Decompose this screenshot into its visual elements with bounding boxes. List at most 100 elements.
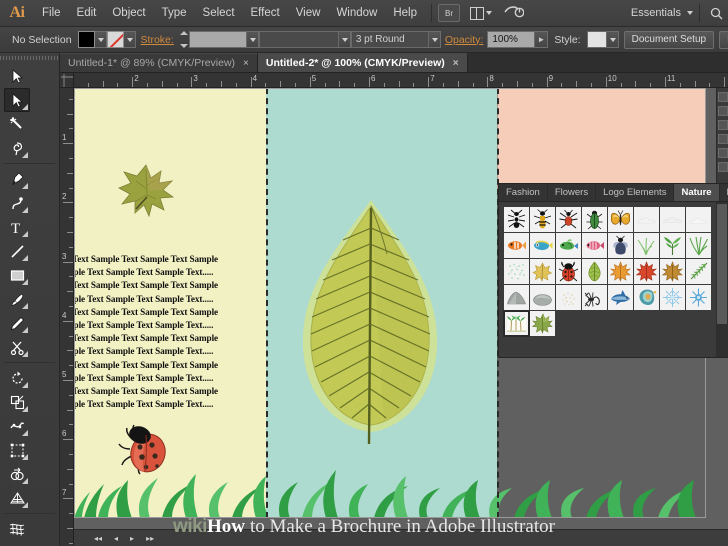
dock-icon-1[interactable]: [718, 92, 728, 102]
opacity-control[interactable]: 100% ►: [487, 31, 548, 48]
perspective-grid-tool[interactable]: [4, 486, 30, 510]
menu-edit[interactable]: Edit: [69, 0, 105, 27]
shape-builder-tool[interactable]: [4, 462, 30, 486]
wasp-symbol[interactable]: [530, 207, 555, 232]
tab-nature[interactable]: Nature: [674, 184, 719, 201]
scrollbar-thumb[interactable]: [717, 204, 727, 324]
menu-file[interactable]: File: [34, 0, 69, 27]
rock-symbol-2[interactable]: [530, 285, 555, 310]
large-leaf-artwork[interactable]: [279, 196, 459, 456]
brush-definition-control[interactable]: 3 pt Round: [351, 31, 441, 48]
scissors-tool[interactable]: [4, 335, 30, 359]
green-leaf-symbol[interactable]: [582, 259, 607, 284]
fill-swatch[interactable]: [78, 31, 95, 48]
fill-dropdown-icon[interactable]: [95, 31, 107, 48]
rotate-tool[interactable]: [4, 366, 30, 390]
cloud-symbol-3[interactable]: [686, 207, 711, 232]
selection-tool[interactable]: [4, 64, 30, 88]
workspace-switcher[interactable]: Essentials: [627, 7, 685, 19]
direct-selection-tool[interactable]: [4, 88, 30, 112]
grass-symbol-1[interactable]: [634, 233, 659, 258]
document-tab-untitled-1[interactable]: Untitled-1* @ 89% (CMYK/Preview) ×: [60, 53, 258, 72]
document-setup-button[interactable]: Document Setup: [624, 31, 715, 49]
brochure-panel-right[interactable]: [497, 88, 706, 191]
tab-flowers[interactable]: Flowers: [548, 184, 596, 201]
dock-icon-2[interactable]: [718, 106, 728, 116]
menu-effect[interactable]: Effect: [243, 0, 288, 27]
stroke-profile-value[interactable]: [259, 31, 339, 48]
shrub-symbol[interactable]: [660, 233, 685, 258]
graphic-style-dropdown-icon[interactable]: [607, 31, 619, 48]
stock-icon[interactable]: [504, 3, 524, 24]
menu-select[interactable]: Select: [195, 0, 243, 27]
free-transform-tool[interactable]: [4, 438, 30, 462]
width-tool[interactable]: [4, 414, 30, 438]
orange-maple-leaf-symbol[interactable]: [608, 259, 633, 284]
line-segment-tool[interactable]: [4, 239, 30, 263]
sample-text-block[interactable]: e Text Sample Text Sample Text Sample mp…: [74, 253, 271, 411]
stroke-swatch[interactable]: [107, 31, 124, 48]
rectangle-tool[interactable]: [4, 263, 30, 287]
ruler-origin[interactable]: [60, 73, 74, 88]
stroke-weight-stepper[interactable]: [179, 31, 188, 48]
cloud-symbol-2[interactable]: [660, 207, 685, 232]
fill-color-control[interactable]: [78, 31, 107, 48]
opacity-value[interactable]: 100%: [487, 31, 535, 48]
stroke-weight-dropdown-icon[interactable]: [247, 31, 259, 48]
ant-symbol[interactable]: [504, 207, 529, 232]
arrange-documents-icon[interactable]: [470, 6, 492, 21]
dock-icon-4[interactable]: [718, 134, 728, 144]
stroke-weight-value[interactable]: [189, 31, 247, 48]
stroke-dropdown-icon[interactable]: [124, 31, 136, 48]
butterfly-symbol[interactable]: [608, 207, 633, 232]
right-dock-strip[interactable]: [716, 88, 728, 183]
palm-trees-symbol[interactable]: [504, 311, 529, 336]
snowflake-symbol-1[interactable]: [660, 285, 685, 310]
menu-help[interactable]: Help: [385, 0, 425, 27]
stroke-label[interactable]: Stroke:: [136, 34, 179, 46]
paintbrush-tool[interactable]: [4, 287, 30, 311]
green-maple-leaf-symbol[interactable]: [530, 311, 555, 336]
preferences-button[interactable]: Pref: [719, 31, 728, 49]
confetti-symbol[interactable]: [504, 259, 529, 284]
shell-symbol[interactable]: [634, 285, 659, 310]
yellow-leaf-symbol[interactable]: [530, 259, 555, 284]
grass-symbol-2[interactable]: [686, 233, 711, 258]
red-maple-leaf-symbol[interactable]: [634, 259, 659, 284]
curvature-tool[interactable]: [4, 191, 30, 215]
symbol-panel-scrollbar[interactable]: [716, 202, 728, 357]
mesh-tool[interactable]: [4, 517, 30, 541]
brown-maple-leaf-symbol[interactable]: [660, 259, 685, 284]
menu-view[interactable]: View: [288, 0, 329, 27]
opacity-label[interactable]: Opacity:: [441, 34, 488, 46]
tab-primitive[interactable]: Primit: [720, 184, 728, 201]
first-artboard-icon[interactable]: ◂◂: [94, 534, 102, 543]
scorpion-symbol[interactable]: [582, 285, 607, 310]
fly-symbol[interactable]: [608, 233, 633, 258]
graphic-style-swatch[interactable]: [587, 31, 607, 48]
chevron-down-icon[interactable]: [687, 11, 693, 15]
tab-fashion[interactable]: Fashion: [499, 184, 548, 201]
last-artboard-icon[interactable]: ▸▸: [146, 534, 154, 543]
graphic-style-control[interactable]: [587, 31, 619, 48]
pink-fish-symbol[interactable]: [582, 233, 607, 258]
previous-artboard-icon[interactable]: ◂: [114, 534, 118, 543]
pen-tool[interactable]: [4, 167, 30, 191]
green-fish-symbol[interactable]: [556, 233, 581, 258]
stroke-profile-dropdown-icon[interactable]: [339, 31, 351, 48]
bridge-icon[interactable]: Br: [438, 4, 460, 22]
ladybug-symbol[interactable]: [556, 259, 581, 284]
brush-definition-value[interactable]: 3 pt Round: [351, 31, 429, 48]
lasso-tool[interactable]: [4, 136, 30, 160]
search-icon[interactable]: [706, 3, 726, 23]
shark-symbol[interactable]: [608, 285, 633, 310]
rock-symbol-1[interactable]: [504, 285, 529, 310]
spider-symbol[interactable]: [556, 207, 581, 232]
stroke-profile-control[interactable]: [259, 31, 351, 48]
magic-wand-tool[interactable]: [4, 112, 30, 136]
close-icon[interactable]: ×: [453, 58, 459, 69]
dock-icon-6[interactable]: [718, 162, 728, 172]
sand-symbol[interactable]: [556, 285, 581, 310]
beetle-symbol[interactable]: [582, 207, 607, 232]
grass-artwork[interactable]: [74, 466, 706, 518]
